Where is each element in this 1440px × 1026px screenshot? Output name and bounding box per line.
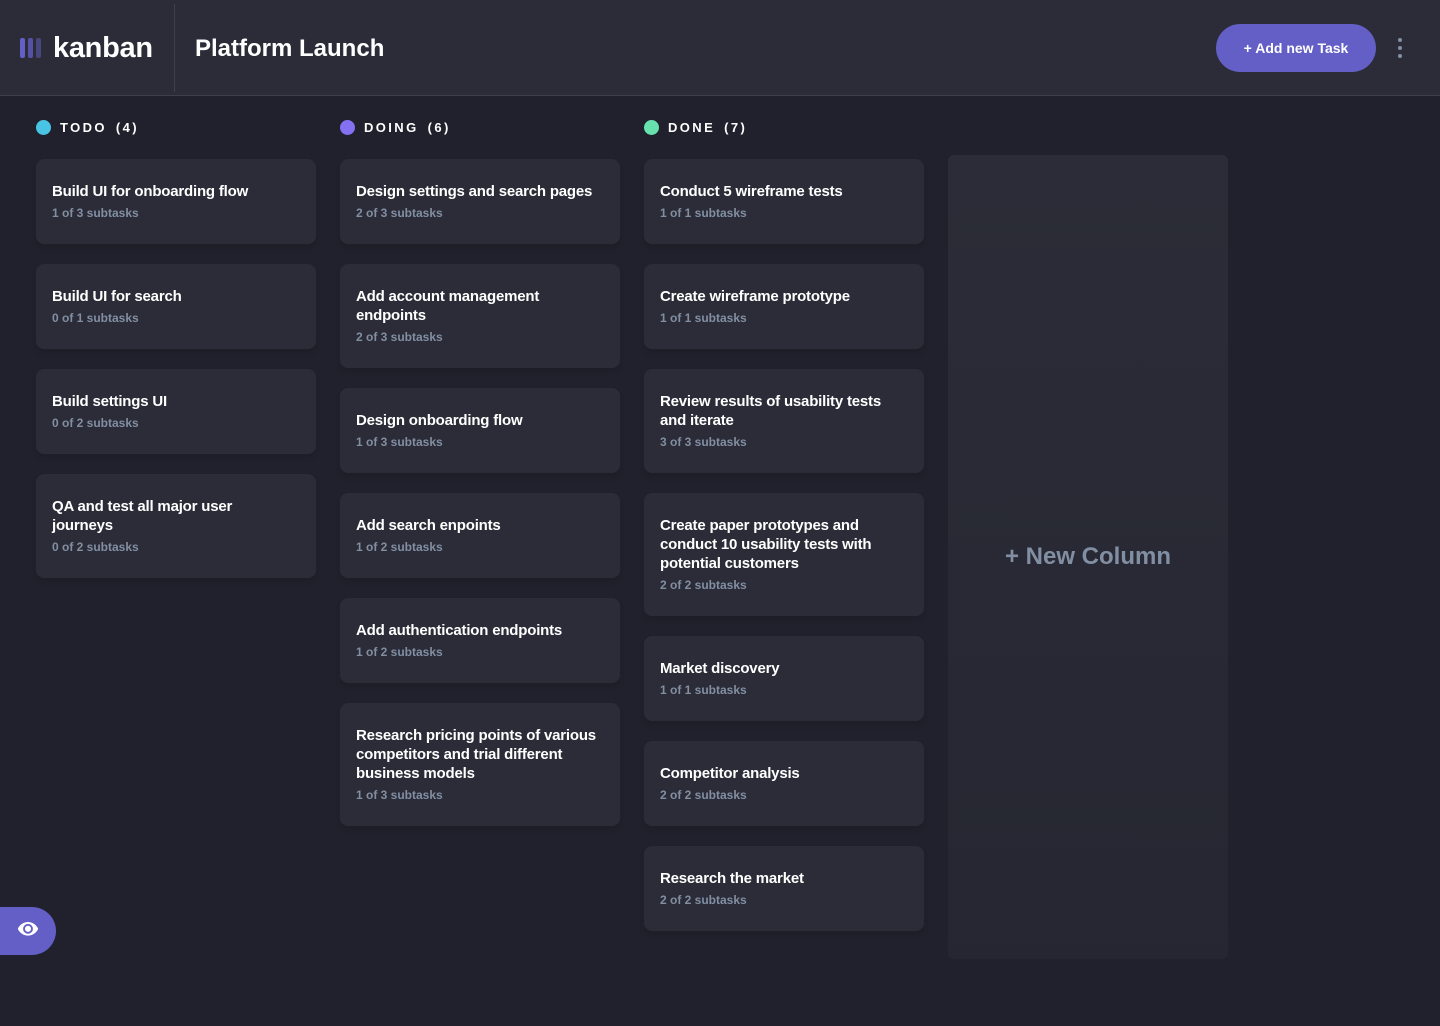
task-card[interactable]: Review results of usability tests and it… (644, 369, 924, 473)
column-count: (4) (115, 119, 140, 135)
task-subtasks: 3 of 3 subtasks (660, 435, 747, 449)
column-status-dot (36, 119, 51, 135)
column-name: DOING (364, 119, 419, 135)
task-subtasks: 1 of 3 subtasks (356, 788, 443, 802)
column-todo: TODO (4) Build UI for onboarding flow 1 … (36, 118, 316, 598)
column-header: TODO (4) (36, 118, 316, 136)
column-count: (6) (427, 119, 451, 135)
new-column-label: + New Column (1004, 543, 1172, 570)
logo-text: kanban (53, 31, 153, 64)
task-title: Research the market (660, 870, 804, 887)
task-card[interactable]: Research pricing points of various compe… (340, 703, 620, 826)
task-subtasks: 1 of 1 subtasks (660, 683, 747, 697)
task-card[interactable]: Build UI for onboarding flow 1 of 3 subt… (36, 159, 316, 244)
task-title: Review results of usability tests and it… (660, 393, 881, 429)
task-subtasks: 1 of 1 subtasks (660, 311, 747, 325)
column-status-dot (644, 119, 659, 135)
task-card[interactable]: Add search enpoints 1 of 2 subtasks (340, 493, 620, 578)
eye-icon (16, 921, 40, 941)
task-subtasks: 0 of 1 subtasks (52, 311, 139, 325)
task-card[interactable]: Design settings and search pages 2 of 3 … (340, 159, 620, 244)
task-subtasks: 2 of 3 subtasks (356, 330, 443, 344)
task-card[interactable]: Build settings UI 0 of 2 subtasks (36, 369, 316, 454)
task-title: Create paper prototypes and conduct 10 u… (660, 517, 872, 572)
task-card[interactable]: Add account management endpoints 2 of 3 … (340, 264, 620, 368)
task-subtasks: 0 of 2 subtasks (52, 540, 139, 554)
add-new-task-button[interactable]: + Add new Task (1216, 24, 1376, 72)
column-name: TODO (60, 119, 107, 135)
task-title: Conduct 5 wireframe tests (660, 183, 843, 200)
task-title: Research pricing points of various compe… (356, 727, 596, 782)
task-title: Build UI for search (52, 288, 182, 305)
new-column-button[interactable]: + New Column (948, 155, 1228, 959)
task-title: QA and test all major user journeys (52, 498, 233, 534)
task-title: Add search enpoints (356, 517, 501, 534)
task-card[interactable]: Research the market 2 of 2 subtasks (644, 846, 924, 931)
column-done: DONE (7) Conduct 5 wireframe tests 1 of … (644, 118, 924, 951)
task-card[interactable]: Create paper prototypes and conduct 10 u… (644, 493, 924, 616)
vertical-ellipsis-icon[interactable] (1390, 34, 1410, 62)
task-title: Competitor analysis (660, 765, 800, 782)
task-card[interactable]: Conduct 5 wireframe tests 1 of 1 subtask… (644, 159, 924, 244)
task-title: Build settings UI (52, 393, 167, 410)
column-count: (7) (724, 119, 748, 135)
task-subtasks: 1 of 1 subtasks (660, 206, 747, 220)
task-subtasks: 1 of 2 subtasks (356, 645, 443, 659)
header-divider (174, 4, 175, 92)
task-title: Design settings and search pages (356, 183, 593, 200)
task-subtasks: 0 of 2 subtasks (52, 416, 139, 430)
task-card[interactable]: QA and test all major user journeys 0 of… (36, 474, 316, 578)
task-card[interactable]: Create wireframe prototype 1 of 1 subtas… (644, 264, 924, 349)
task-title: Build UI for onboarding flow (52, 183, 249, 200)
top-bar: kanban Platform Launch + Add new Task (0, 0, 1440, 96)
column-header: DONE (7) (644, 118, 924, 136)
task-title: Add account management endpoints (356, 288, 540, 324)
board-title: Platform Launch (195, 35, 385, 62)
task-subtasks: 2 of 2 subtasks (660, 893, 747, 907)
task-title: Add authentication endpoints (356, 622, 563, 639)
column-doing: DOING (6) Design settings and search pag… (340, 118, 620, 846)
task-subtasks: 1 of 2 subtasks (356, 540, 443, 554)
column-status-dot (340, 119, 355, 135)
task-card[interactable]: Design onboarding flow 1 of 3 subtasks (340, 388, 620, 473)
task-subtasks: 1 of 3 subtasks (52, 206, 139, 220)
task-title: Design onboarding flow (356, 412, 523, 429)
task-subtasks: 2 of 2 subtasks (660, 578, 747, 592)
logo-icon (20, 38, 41, 58)
task-card[interactable]: Market discovery 1 of 1 subtasks (644, 636, 924, 721)
task-card[interactable]: Competitor analysis 2 of 2 subtasks (644, 741, 924, 826)
column-name: DONE (668, 119, 716, 135)
task-card[interactable]: Build UI for search 0 of 1 subtasks (36, 264, 316, 349)
task-title: Create wireframe prototype (660, 288, 850, 305)
task-title: Market discovery (660, 660, 780, 677)
task-subtasks: 1 of 3 subtasks (356, 435, 443, 449)
task-subtasks: 2 of 2 subtasks (660, 788, 747, 802)
task-card[interactable]: Add authentication endpoints 1 of 2 subt… (340, 598, 620, 683)
column-header: DOING (6) (340, 118, 620, 136)
show-sidebar-button[interactable] (0, 907, 56, 955)
task-subtasks: 2 of 3 subtasks (356, 206, 443, 220)
logo: kanban (20, 0, 153, 96)
